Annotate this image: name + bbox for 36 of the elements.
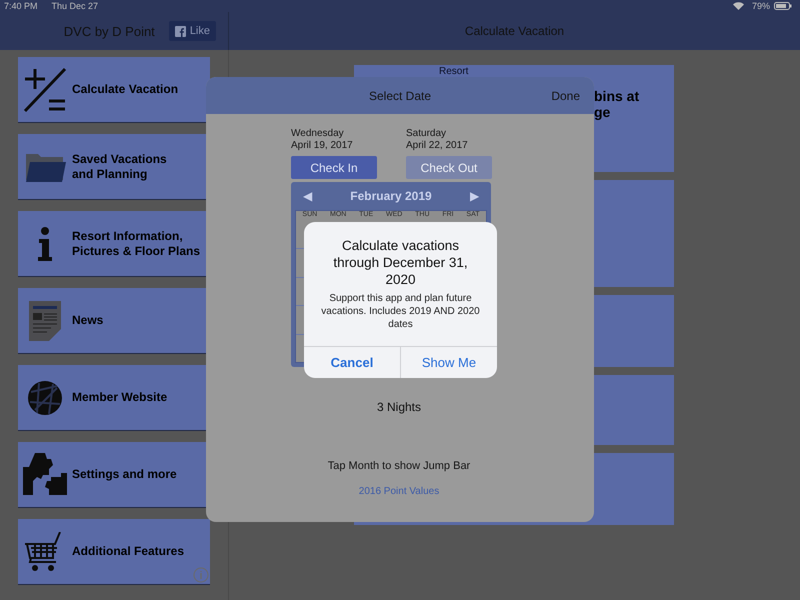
menu-tile[interactable]: Additional Features [18, 519, 210, 585]
status-date: Thu Dec 27 [52, 1, 98, 11]
app-title: DVC by D Point [64, 24, 155, 38]
date-label: Saturday April 22, 2017 [406, 128, 469, 152]
cancel-button[interactable]: Cancel [304, 347, 401, 378]
tile-text: ge [594, 104, 610, 120]
page-title: Calculate Vacation [464, 24, 566, 38]
like-button[interactable]: Like [168, 21, 216, 41]
show-me-button[interactable]: Show Me [401, 347, 497, 378]
facebook-icon [174, 26, 186, 36]
hint-text: Tap Month to show Jump Bar [326, 460, 472, 472]
newspaper-icon [28, 300, 62, 342]
alert-message: Support this app and plan future vacations. Includes 2019 AND 2020 dates [320, 292, 481, 331]
next-month-button[interactable]: ▶ [462, 189, 487, 203]
battery-percent: 79% [752, 1, 770, 11]
tile-text: Resort [439, 66, 468, 77]
info-icon [37, 226, 53, 260]
battery-icon [774, 2, 792, 10]
globe-icon [27, 380, 63, 416]
tile-text: bins at [594, 88, 640, 104]
alert-title: Calculate vacations through December 31, 2020 [332, 237, 469, 288]
nights-count: 3 Nights [376, 400, 422, 414]
math-symbols-icon [23, 66, 67, 112]
info-icon[interactable] [193, 567, 209, 583]
date-label: Wednesday April 19, 2017 [291, 128, 354, 152]
point-values-link[interactable]: 2016 Point Values [291, 486, 507, 497]
date-button[interactable]: Check In [291, 156, 377, 179]
month-button[interactable]: February 2019 [344, 188, 438, 204]
done-button[interactable]: Done [551, 88, 580, 102]
dialog-title: Select Date [368, 88, 432, 102]
folder-icon [24, 152, 66, 182]
previous-month-button[interactable]: ◀ [295, 189, 320, 203]
wifi-icon [732, 2, 744, 10]
status-time: 7:40 PM [4, 1, 38, 11]
puzzle-pieces-icon [23, 452, 67, 496]
menu-tile[interactable]: Calculate Vacation [18, 57, 210, 123]
